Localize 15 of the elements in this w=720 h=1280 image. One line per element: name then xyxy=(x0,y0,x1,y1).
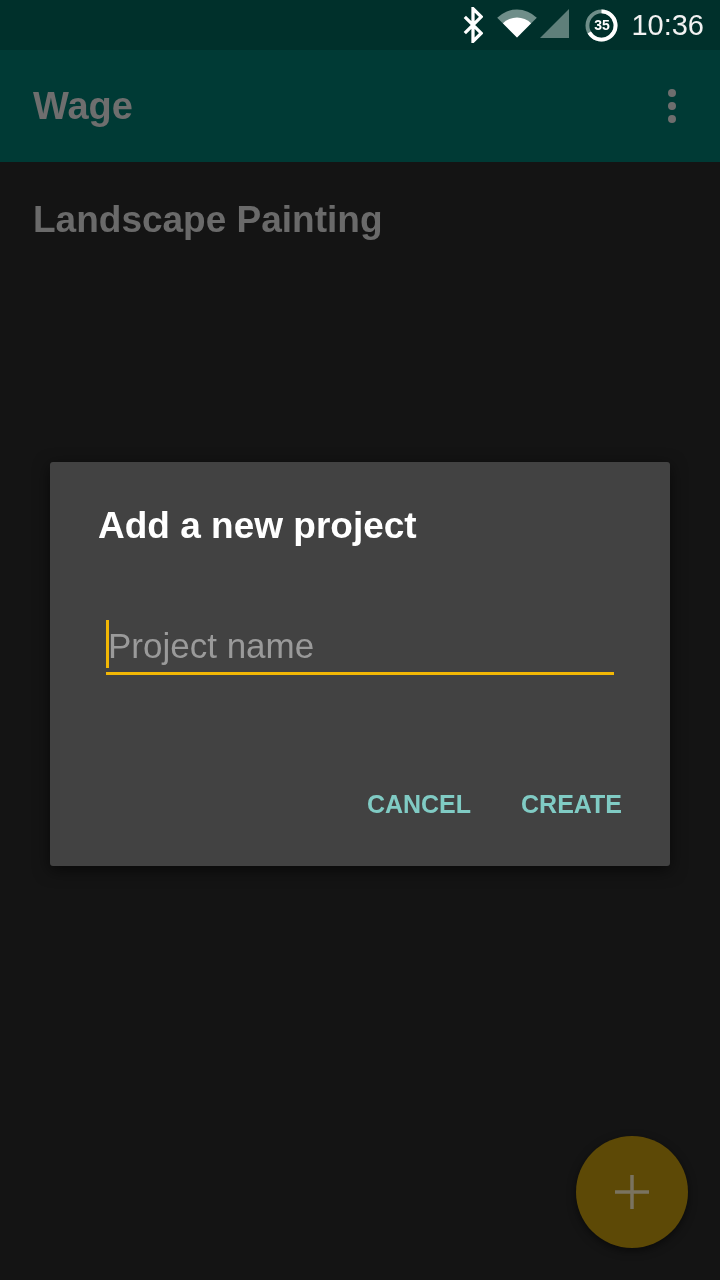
dialog-button[interactable]: CANCEL xyxy=(350,768,488,840)
clock-time: 10:36 xyxy=(631,8,704,43)
battery-ring-icon xyxy=(585,8,619,42)
wifi-icon xyxy=(497,8,538,38)
input-field[interactable]: Project name xyxy=(106,608,614,675)
app-title: Wage xyxy=(33,84,133,128)
bluetooth-icon xyxy=(463,7,484,43)
battery-percent: 35 xyxy=(594,18,610,32)
more-options-icon[interactable] xyxy=(668,89,676,123)
dialog-title: Add a new project xyxy=(98,504,417,548)
text-cursor-icon xyxy=(106,620,109,668)
project-item[interactable]: Landscape Painting xyxy=(33,199,383,241)
dialog-button[interactable]: CREATE xyxy=(505,768,638,840)
plus-icon xyxy=(615,1175,649,1209)
signal-icon xyxy=(540,8,570,38)
